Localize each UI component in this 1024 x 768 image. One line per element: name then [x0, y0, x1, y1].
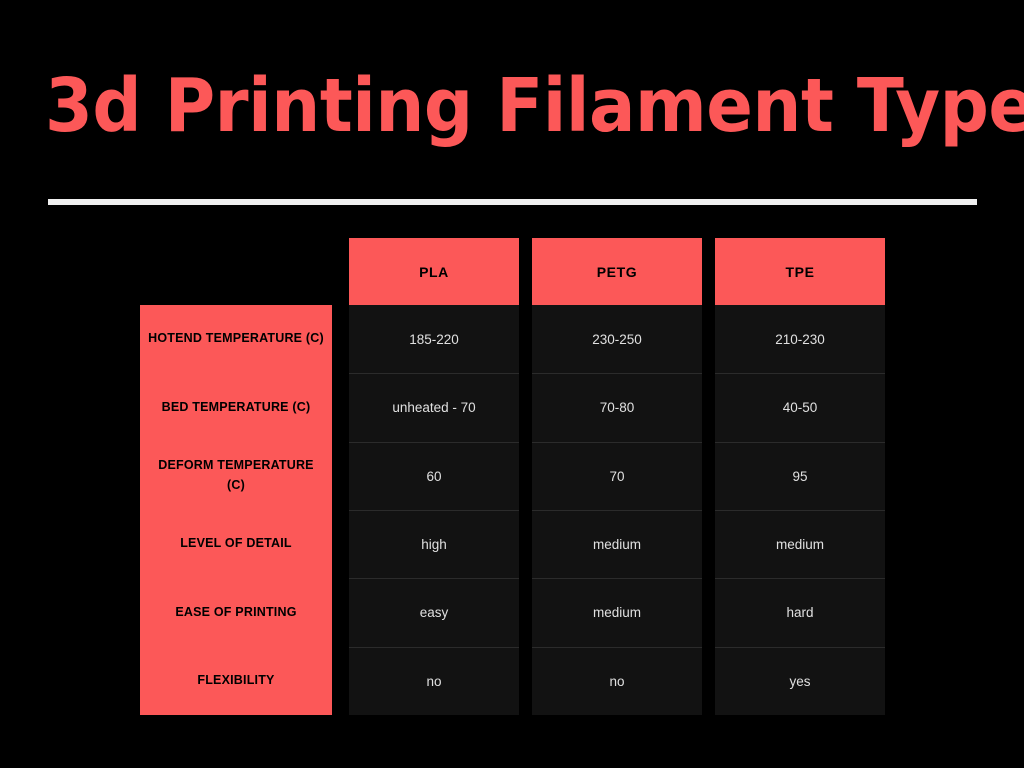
column-body-tpe: 210-230 40-50 95 medium hard yes [715, 305, 885, 715]
row-label-deform-temperature: DEFORM TEMPERATURE (C) [158, 458, 314, 492]
cell-petg-deform-temperature: 70 [532, 441, 702, 510]
column-header-tpe: TPE [715, 238, 885, 305]
cell-pla-hotend-temperature: 185-220 [409, 331, 459, 347]
column-body-petg: 230-250 70-80 70 medium medium no [532, 305, 702, 715]
column-petg: PETG 230-250 70-80 70 medium medium no [532, 238, 702, 715]
column-tpe: TPE 210-230 40-50 95 medium hard yes [715, 238, 885, 715]
row-label-level-of-detail: LEVEL OF DETAIL [180, 536, 292, 551]
cell-petg-flexibility: no [532, 646, 702, 715]
row-label-ease-of-printing: EASE OF PRINTING [175, 604, 297, 619]
cell-tpe-hotend-temperature: 210-230 [775, 331, 825, 347]
cell-petg-bed-temperature: 70-80 [532, 373, 702, 441]
slide-canvas: 3d Printing Filament Types HOTEND TEMPER… [0, 0, 1024, 768]
cell-tpe-deform-temperature: 95 [715, 441, 885, 510]
cell-tpe-ease-of-printing: hard [715, 578, 885, 646]
cell-petg-ease-of-printing: medium [532, 578, 702, 646]
column-body-pla: 185-220 unheated - 70 60 high easy no [349, 305, 519, 715]
row-label-flexibility: FLEXIBILITY [197, 673, 275, 688]
column-header-petg: PETG [532, 238, 702, 305]
cell-pla-ease-of-printing: easy [349, 578, 519, 646]
cell-pla-flexibility: no [349, 646, 519, 715]
row-label-column: HOTEND TEMPERATURE (C) BED TEMPERATURE (… [140, 305, 332, 715]
cell-petg-level-of-detail: medium [532, 509, 702, 578]
cell-tpe-level-of-detail: medium [715, 509, 885, 578]
column-header-pla: PLA [349, 238, 519, 305]
cell-pla-bed-temperature: unheated - 70 [349, 373, 519, 441]
cell-pla-level-of-detail: high [349, 509, 519, 578]
cell-tpe-flexibility: yes [715, 646, 885, 715]
cell-pla-deform-temperature: 60 [349, 441, 519, 510]
row-label-bed-temperature: BED TEMPERATURE (C) [161, 399, 311, 414]
cell-tpe-bed-temperature: 40-50 [715, 373, 885, 441]
row-label-hotend-temperature: HOTEND TEMPERATURE (C) [148, 331, 324, 346]
column-pla: PLA 185-220 unheated - 70 60 high easy n… [349, 238, 519, 715]
comparison-table: HOTEND TEMPERATURE (C) BED TEMPERATURE (… [0, 0, 1024, 768]
cell-petg-hotend-temperature: 230-250 [592, 331, 642, 347]
